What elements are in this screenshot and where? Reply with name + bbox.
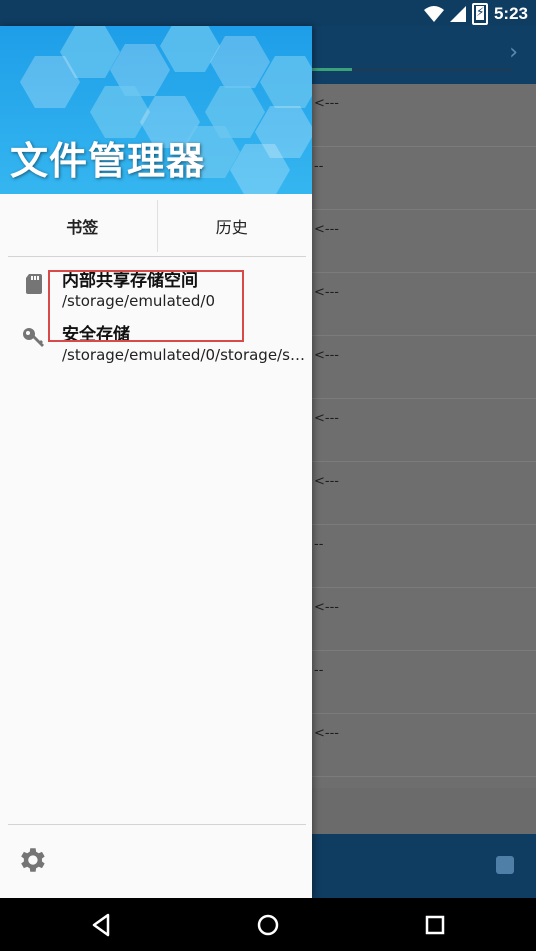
list-item: <--- [312, 399, 536, 462]
list-item: <--- [312, 336, 536, 399]
bookmark-title: 内部共享存储空间 [62, 271, 198, 291]
list-item: -- [312, 147, 536, 210]
gear-icon[interactable] [16, 844, 48, 876]
key-icon [23, 328, 44, 347]
list-item: <--- [312, 714, 536, 777]
home-icon[interactable] [253, 910, 283, 940]
list-item: <--- [312, 273, 536, 336]
list-item: -- [312, 651, 536, 714]
wifi-icon [423, 6, 444, 22]
bookmark-title: 安全存储 [62, 325, 130, 345]
list-item: <--- [312, 210, 536, 273]
drawer-header: 文件管理器 [0, 26, 312, 194]
divider [8, 824, 306, 825]
chevron-right-icon: › [509, 40, 518, 65]
list-item: <--- [312, 462, 536, 525]
bookmark-history-tabs: 书签 历史 [8, 196, 306, 257]
status-bar: ⚡ 5:23 [0, 0, 536, 26]
bookmark-path: /storage/emulated/0 [62, 292, 216, 310]
sd-card-icon [26, 274, 42, 294]
list-item: -- [312, 525, 536, 588]
background-list: <--- -- <--- <--- <--- <--- <--- -- <---… [312, 84, 536, 788]
bookmark-secure-storage[interactable]: 安全存储 /storage/emulated/0/storage/se... [0, 314, 312, 368]
status-icons: ⚡ 5:23 [423, 3, 528, 25]
bookmark-path: /storage/emulated/0/storage/se... [62, 346, 306, 364]
background-bottom-bar [312, 834, 536, 898]
tab-history[interactable]: 历史 [158, 196, 307, 256]
navigation-bar [0, 898, 536, 951]
signal-icon [449, 6, 466, 22]
clock: 5:23 [493, 4, 528, 23]
drawer-title: 文件管理器 [10, 139, 206, 183]
list-item: <--- [312, 84, 536, 147]
recents-icon[interactable] [420, 910, 450, 940]
battery-icon: ⚡ [471, 3, 488, 25]
back-icon[interactable] [86, 910, 116, 940]
tab-bookmarks[interactable]: 书签 [8, 196, 157, 256]
background-progress [312, 68, 512, 71]
navigation-drawer: 文件管理器 书签 历史 内部共享存储空间 /storage/emulated/0… [0, 26, 312, 898]
bookmark-internal-storage[interactable]: 内部共享存储空间 /storage/emulated/0 [0, 260, 312, 314]
list-item: <--- [312, 588, 536, 651]
search-icon [496, 856, 514, 874]
